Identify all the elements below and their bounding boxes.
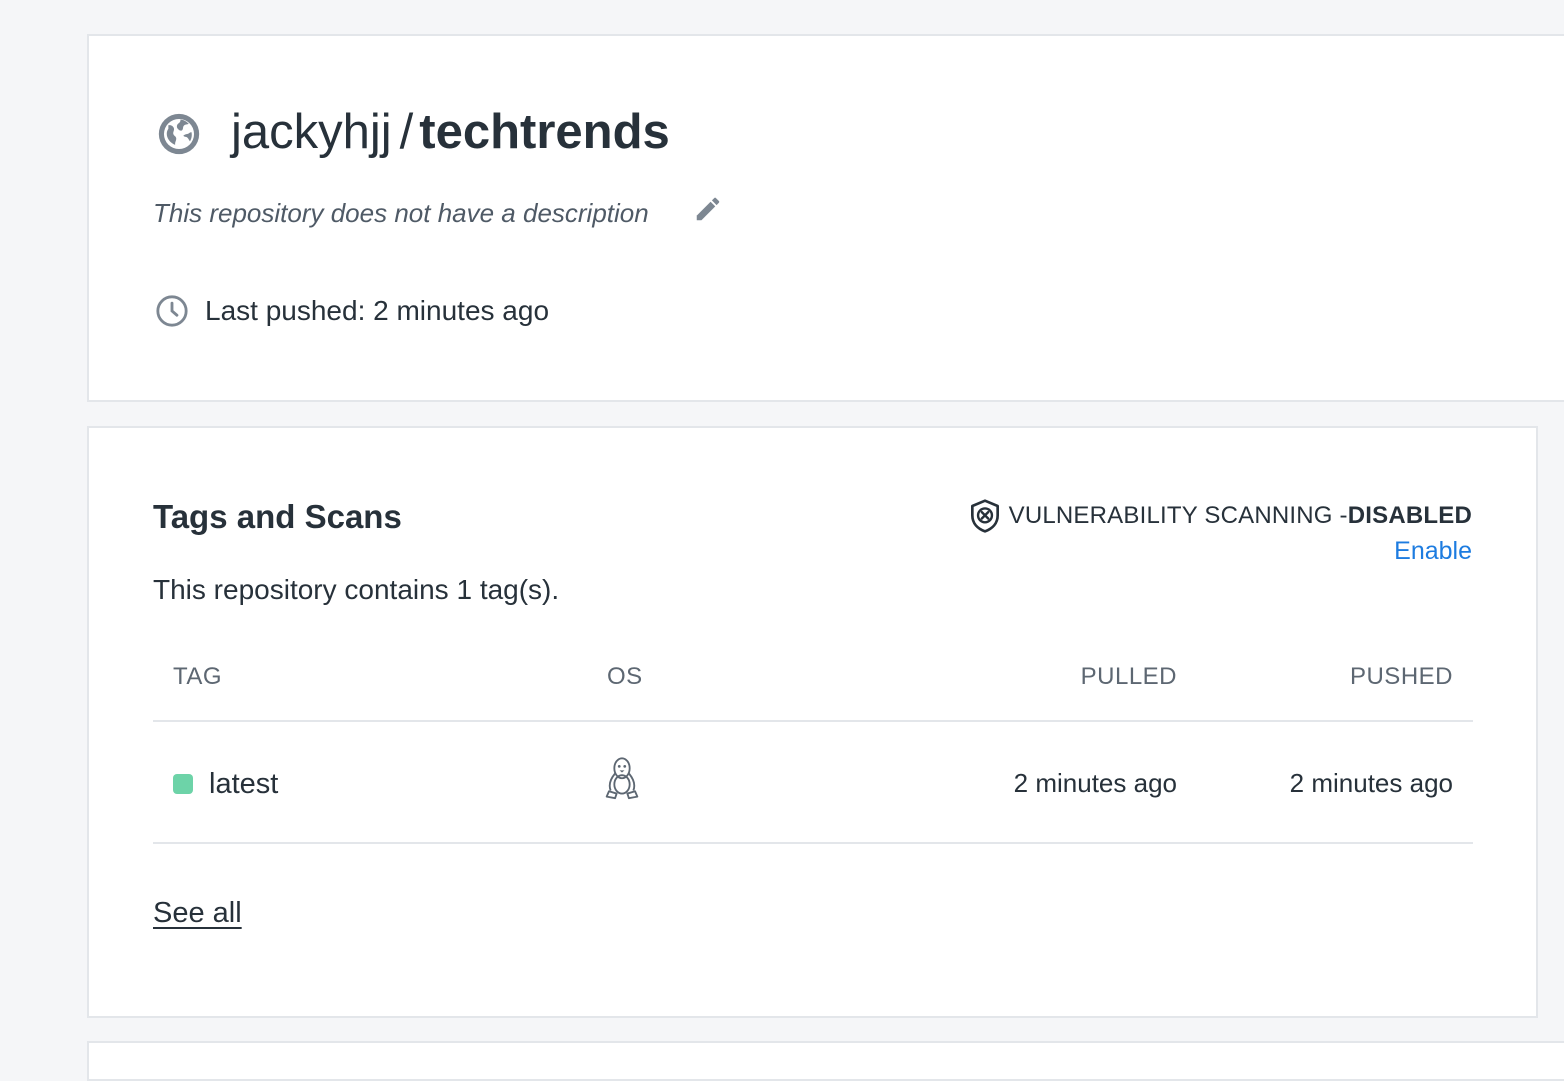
see-all-tags-link[interactable]: See all: [153, 894, 242, 932]
vulnerability-scanning-label: VULNERABILITY SCANNING -: [1008, 502, 1348, 529]
section-title: Tags and Scans: [153, 498, 402, 535]
repository-name: techtrends: [419, 105, 670, 159]
repository-description: This repository does not have a descript…: [153, 198, 649, 228]
repository-namespace: jackyhjj: [231, 105, 392, 159]
tag-status-indicator: [173, 774, 193, 794]
enable-scanning-link[interactable]: Enable: [969, 534, 1472, 568]
tag-name-link[interactable]: latest: [209, 766, 278, 802]
column-header-os: OS: [607, 663, 643, 690]
column-header-pulled: PULLED: [1080, 663, 1177, 690]
column-header-pushed: PUSHED: [1349, 663, 1453, 690]
vulnerability-scanning-state: DISABLED: [1347, 502, 1472, 529]
repository-separator: /: [399, 105, 414, 159]
globe-icon: [158, 113, 200, 155]
table-row: latest 2 minutes ago 2 minutes ago: [153, 722, 1473, 844]
pencil-icon[interactable]: [693, 194, 723, 224]
repository-title: jackyhjj / techtrends: [231, 102, 670, 162]
tag-pulled-time: 2 minutes ago: [1013, 768, 1177, 798]
tags-and-scans-card: Tags and Scans VULNERABILITY SCANNING - …: [87, 426, 1538, 1018]
vulnerability-scanning-line: VULNERABILITY SCANNING - DISABLED: [969, 498, 1472, 534]
clock-icon: [156, 295, 188, 327]
repository-header-card: jackyhjj / techtrends This repository does…: [87, 34, 1564, 402]
vulnerability-scanning-status: VULNERABILITY SCANNING - DISABLED Enable: [969, 498, 1472, 568]
linux-icon: [605, 757, 639, 800]
shield-x-icon: [970, 499, 999, 533]
last-pushed-text: Last pushed: 2 minutes ago: [205, 295, 550, 326]
column-header-tag: TAG: [173, 663, 223, 690]
next-section-card: [87, 1041, 1564, 1081]
tags-table-header: TAG OS PULLED PUSHED: [153, 650, 1473, 722]
tag-pushed-time: 2 minutes ago: [1289, 768, 1453, 798]
tags-table: TAG OS PULLED PUSHED latest 2 minutes ag…: [153, 650, 1473, 844]
tag-count-text: This repository contains 1 tag(s).: [153, 574, 560, 605]
